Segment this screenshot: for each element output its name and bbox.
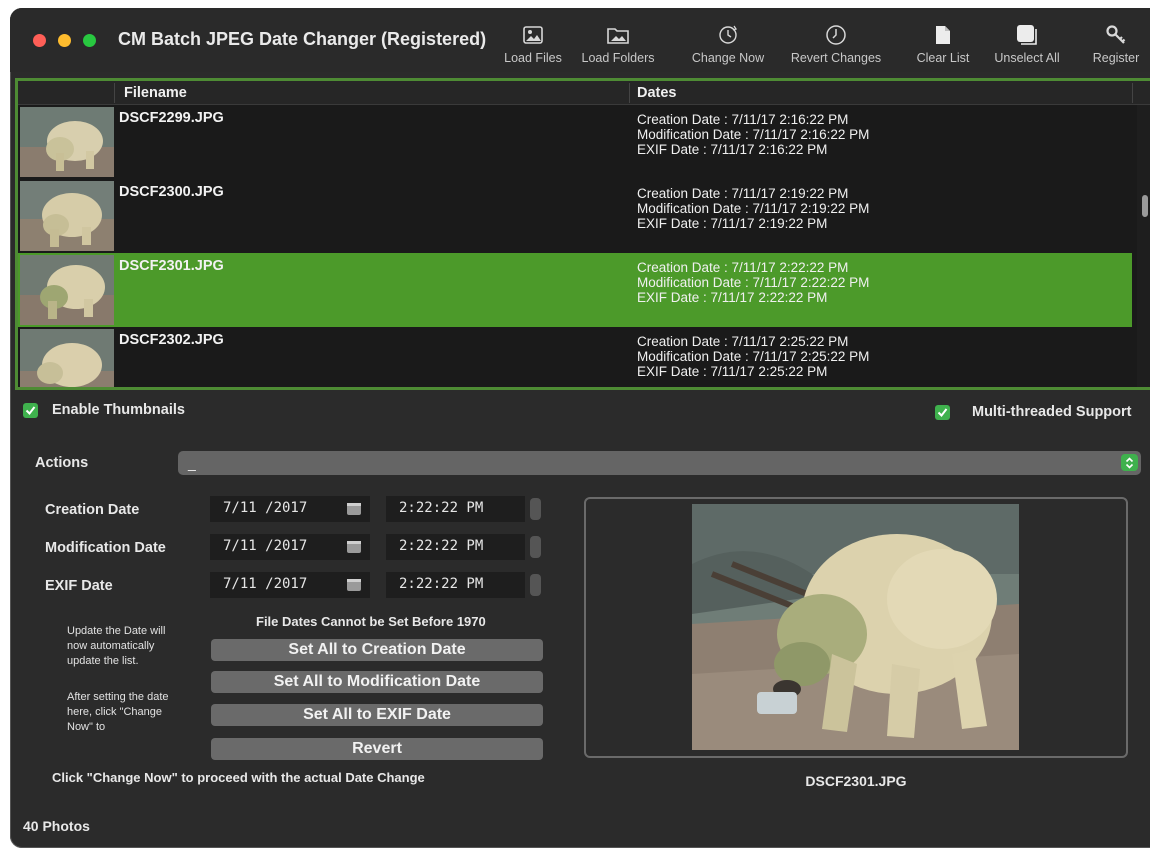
- window-title: CM Batch JPEG Date Changer (Registered): [118, 29, 487, 49]
- row-filename: DSCF2299.JPG: [119, 110, 224, 126]
- list-scrollbar[interactable]: [1137, 105, 1150, 387]
- preview-image: [692, 504, 1019, 750]
- photo-thumbnail: [20, 329, 114, 387]
- load-files-button[interactable]: Load Files: [498, 24, 568, 70]
- exif-time-stepper[interactable]: [530, 574, 541, 596]
- column-header-filename[interactable]: Filename: [124, 85, 187, 101]
- calendar-icon[interactable]: [346, 501, 362, 520]
- creation-time-stepper[interactable]: [530, 498, 541, 520]
- set-all-creation-button[interactable]: Set All to Creation Date: [211, 639, 543, 661]
- row-filename: DSCF2300.JPG: [119, 184, 224, 200]
- checkmark-icon: [23, 402, 38, 418]
- photo-thumbnail: [20, 107, 114, 177]
- clear-list-button[interactable]: Clear List: [910, 24, 976, 70]
- modification-date-label: Modification Date: [45, 540, 166, 556]
- photo-count-status: 40 Photos: [23, 818, 90, 834]
- document-icon: [910, 24, 976, 46]
- creation-date-label: Creation Date: [45, 502, 140, 518]
- toolbar: CM Batch JPEG Date Changer (Registered) …: [10, 8, 1150, 72]
- zoom-window-button[interactable]: [83, 34, 96, 47]
- file-list[interactable]: Filename Dates DSCF2299.JPG Creation Dat…: [15, 78, 1150, 390]
- multithreaded-checkbox[interactable]: Multi-threaded Support: [935, 404, 1132, 420]
- change-now-instruction: Click "Change Now" to proceed with the a…: [52, 770, 425, 785]
- minimize-window-button[interactable]: [58, 34, 71, 47]
- set-all-exif-button[interactable]: Set All to EXIF Date: [211, 704, 543, 726]
- set-all-modification-button[interactable]: Set All to Modification Date: [211, 671, 543, 693]
- register-button[interactable]: Register: [1086, 24, 1146, 70]
- row-dates: Creation Date : 7/11/17 2:22:22 PM Modif…: [637, 260, 870, 305]
- min-year-note: File Dates Cannot be Set Before 1970: [256, 614, 486, 629]
- close-window-button[interactable]: [33, 34, 46, 47]
- creation-time-field[interactable]: 2:22:22 PM: [386, 496, 525, 522]
- square-stack-icon: [986, 24, 1068, 46]
- modification-date-field[interactable]: 7/11 /2017: [210, 534, 370, 560]
- table-row[interactable]: DSCF2299.JPG Creation Date : 7/11/17 2:1…: [18, 105, 1132, 179]
- unselect-all-button[interactable]: Unselect All: [986, 24, 1068, 70]
- actions-dropdown[interactable]: _: [178, 451, 1141, 475]
- photo-thumbnail: [20, 181, 114, 251]
- key-icon: [1086, 24, 1146, 46]
- load-folders-button[interactable]: Load Folders: [576, 24, 660, 70]
- actions-selected-value: _: [188, 455, 196, 471]
- row-filename: DSCF2302.JPG: [119, 332, 224, 348]
- app-window: CM Batch JPEG Date Changer (Registered) …: [10, 8, 1150, 848]
- clock-icon: [784, 24, 888, 46]
- column-header-dates[interactable]: Dates: [637, 85, 677, 101]
- image-icon: [498, 24, 568, 46]
- scrollbar-thumb[interactable]: [1142, 195, 1148, 217]
- exif-time-field[interactable]: 2:22:22 PM: [386, 572, 525, 598]
- calendar-icon[interactable]: [346, 539, 362, 558]
- revert-changes-button[interactable]: Revert Changes: [784, 24, 888, 70]
- image-preview-panel: [584, 497, 1128, 758]
- calendar-icon[interactable]: [346, 577, 362, 596]
- list-header: Filename Dates: [18, 81, 1150, 105]
- column-separator: [629, 83, 630, 103]
- table-row[interactable]: DSCF2302.JPG Creation Date : 7/11/17 2:2…: [18, 327, 1132, 387]
- modification-time-field[interactable]: 2:22:22 PM: [386, 534, 525, 560]
- modification-time-stepper[interactable]: [530, 536, 541, 558]
- revert-button[interactable]: Revert: [211, 738, 543, 760]
- row-dates: Creation Date : 7/11/17 2:16:22 PM Modif…: [637, 112, 870, 157]
- change-now-button[interactable]: Change Now: [686, 24, 770, 70]
- photo-thumbnail: [20, 255, 114, 325]
- change-now-hint: After setting the date here, click "Chan…: [67, 691, 169, 733]
- exif-date-label: EXIF Date: [45, 578, 113, 594]
- clock-refresh-icon: [686, 24, 770, 46]
- exif-date-field[interactable]: 7/11 /2017: [210, 572, 370, 598]
- row-dates: Creation Date : 7/11/17 2:19:22 PM Modif…: [637, 186, 870, 231]
- auto-update-note: Update the Date will now automatically u…: [67, 625, 166, 667]
- table-row[interactable]: DSCF2300.JPG Creation Date : 7/11/17 2:1…: [18, 179, 1132, 253]
- column-separator: [1132, 83, 1133, 103]
- preview-filename: DSCF2301.JPG: [805, 773, 907, 789]
- enable-thumbnails-checkbox[interactable]: Enable Thumbnails: [23, 402, 185, 418]
- updown-chevron-icon: [1121, 454, 1138, 471]
- creation-date-field[interactable]: 7/11 /2017: [210, 496, 370, 522]
- row-dates: Creation Date : 7/11/17 2:25:22 PM Modif…: [637, 334, 870, 379]
- row-filename: DSCF2301.JPG: [119, 258, 224, 274]
- checkmark-icon: [935, 404, 950, 420]
- folder-image-icon: [576, 24, 660, 46]
- table-row-selected[interactable]: DSCF2301.JPG Creation Date : 7/11/17 2:2…: [18, 253, 1132, 327]
- actions-label: Actions: [35, 455, 89, 471]
- column-separator: [114, 83, 115, 103]
